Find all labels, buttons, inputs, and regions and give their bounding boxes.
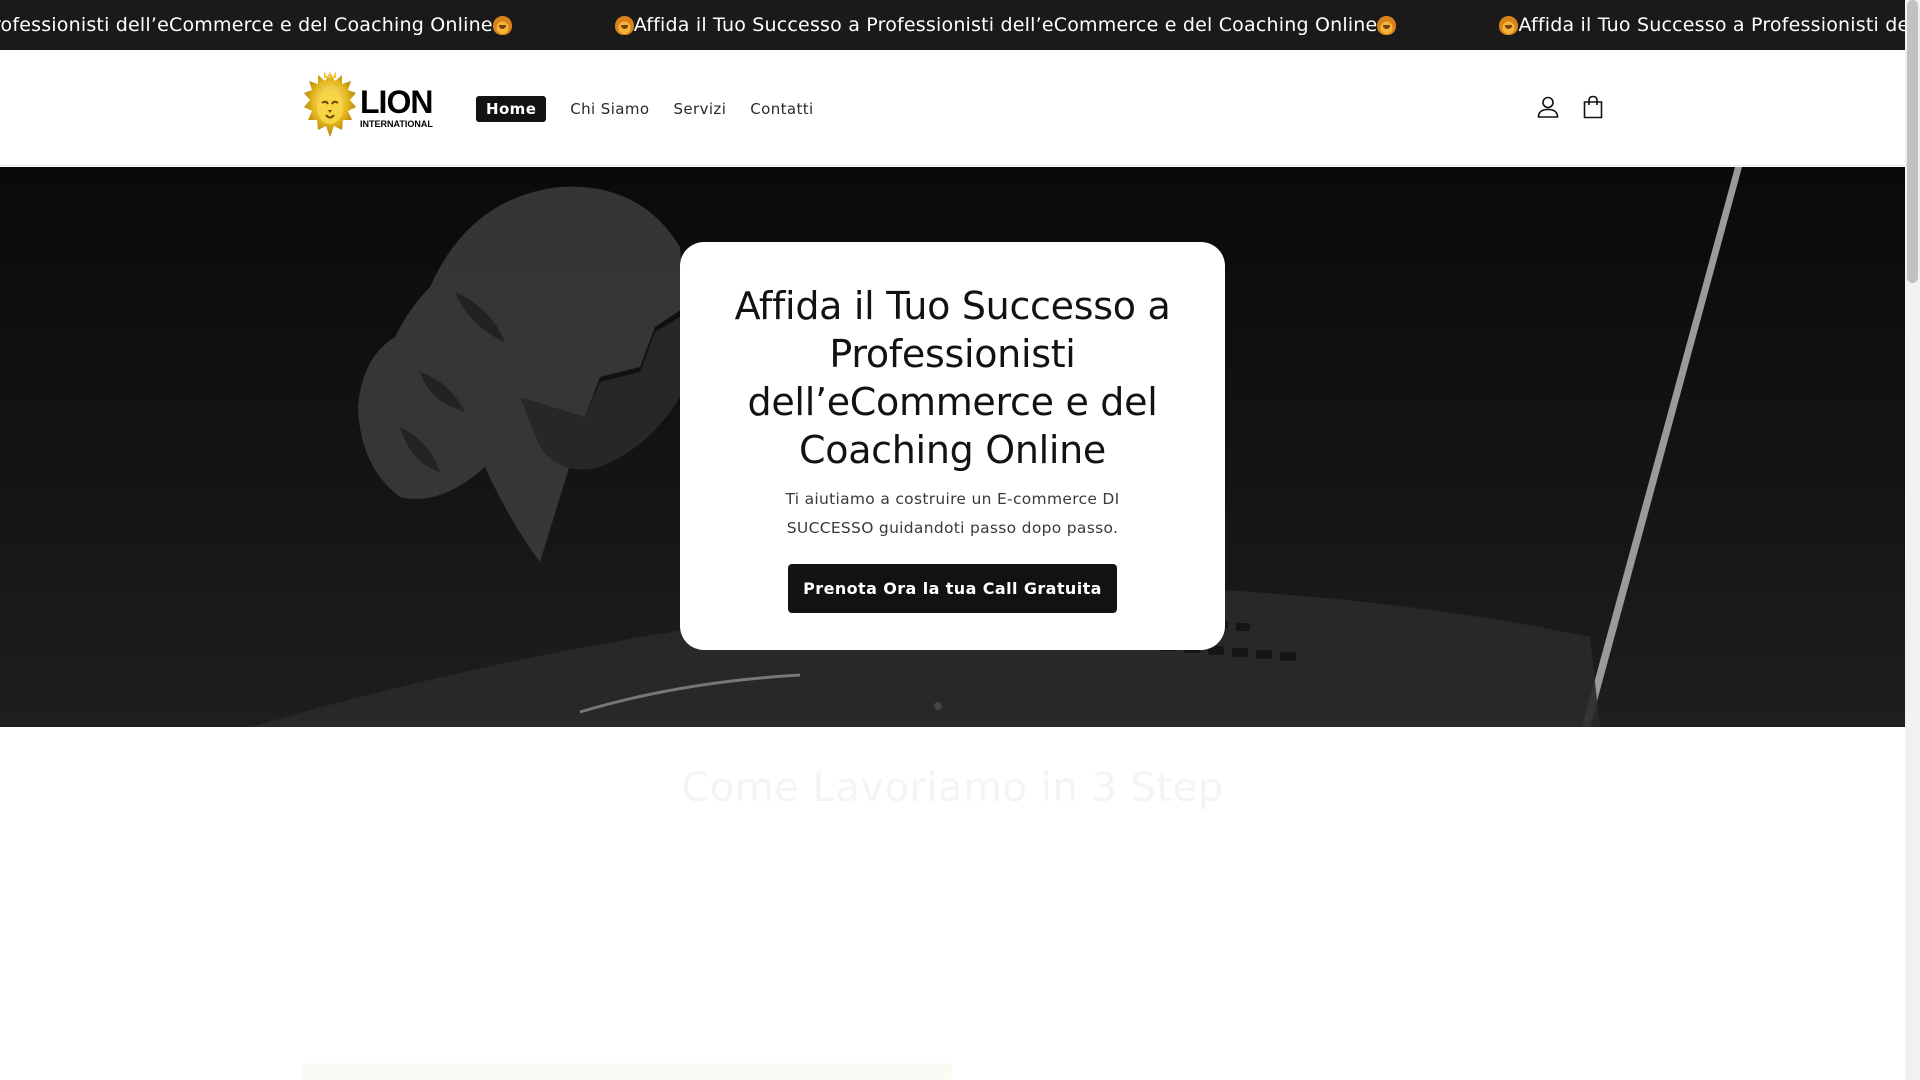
nav-item-servizi[interactable]: Servizi xyxy=(673,97,726,121)
hero-title: Affida il Tuo Successo a Professionisti … xyxy=(734,284,1171,472)
lion-emoji-icon xyxy=(1377,15,1397,35)
logo-main-text: LION xyxy=(360,83,433,120)
nav-item-home[interactable]: Home xyxy=(476,96,547,122)
steps-section-title: Come Lavoriamo in 3 Step xyxy=(681,765,1224,811)
lion-logo-icon xyxy=(302,71,358,143)
main-nav: Home Chi Siamo Servizi Contatti xyxy=(476,96,838,122)
hero-subtitle: Ti aiutiamo a costruire un E-commerce DI… xyxy=(785,490,1120,537)
announcement-bar: Affida il Tuo Successo a Professionisti … xyxy=(0,0,1905,50)
logo-wordmark: LION INTERNATIONAL xyxy=(360,86,433,129)
lion-emoji-icon xyxy=(1499,15,1519,35)
book-call-button[interactable]: Prenota Ora la tua Call Gratuita xyxy=(788,564,1117,613)
hero-banner: Affida il Tuo Successo a Professionisti … xyxy=(0,167,1905,727)
announcement-message: Affida il Tuo Successo a Professionisti … xyxy=(0,14,512,36)
section-placeholder xyxy=(302,1063,952,1080)
nav-item-contatti[interactable]: Contatti xyxy=(750,97,813,121)
account-icon[interactable] xyxy=(1535,94,1561,120)
announcement-message: Affida il Tuo Successo a Professionisti … xyxy=(614,14,1397,36)
announcement-track: Affida il Tuo Successo a Professionisti … xyxy=(0,0,1905,50)
site-logo[interactable]: LION INTERNATIONAL xyxy=(302,70,442,144)
logo-sub-text: INTERNATIONAL xyxy=(360,118,433,129)
nav-item-chi-siamo[interactable]: Chi Siamo xyxy=(570,97,649,121)
cart-icon[interactable] xyxy=(1580,94,1606,120)
lion-emoji-icon xyxy=(614,15,634,35)
site-header: LION INTERNATIONAL Home Chi Siamo Serviz… xyxy=(0,50,1905,166)
scrollbar-thumb[interactable] xyxy=(1907,0,1918,283)
lion-emoji-icon xyxy=(492,15,512,35)
hero-card: Affida il Tuo Successo a Professionisti … xyxy=(680,242,1225,650)
announcement-message: Affida il Tuo Successo a Professionisti … xyxy=(1499,14,1905,36)
